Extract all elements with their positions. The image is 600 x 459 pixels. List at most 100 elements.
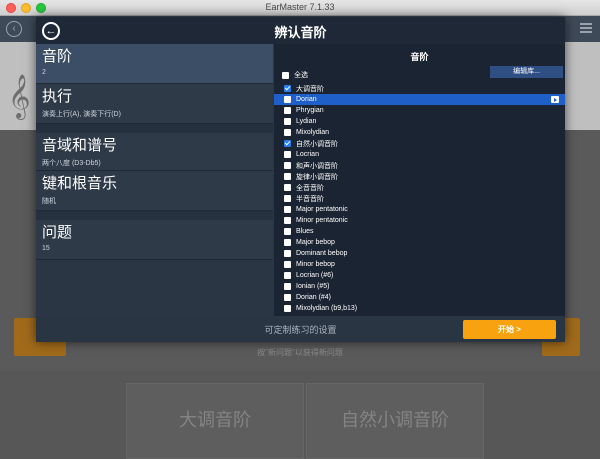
- window-titlebar: EarMaster 7.1.33: [0, 0, 600, 16]
- scale-label: 旋律小调音阶: [296, 173, 338, 181]
- scale-label: Lydian: [296, 118, 317, 125]
- scale-label: 全音音阶: [296, 184, 324, 192]
- scale-label: 自然小调音阶: [296, 140, 338, 148]
- scale-label: Phrygian: [296, 107, 324, 114]
- setting-label: 音域和谱号: [42, 137, 118, 154]
- scale-label: Ionian (#5): [296, 283, 330, 290]
- scale-item[interactable]: 全音音阶: [274, 182, 565, 193]
- scale-item[interactable]: Dorian: [274, 94, 565, 105]
- setting-scales[interactable]: 音阶 2: [36, 44, 273, 84]
- settings-modal: ← 辨认音阶 音阶 2 执行 演奏上行(A), 演奏下行(D) 音域和谱号 两个…: [36, 17, 565, 342]
- modal-header: ← 辨认音阶: [36, 17, 565, 44]
- scale-checkbox[interactable]: [284, 140, 291, 147]
- settings-list: 音阶 2 执行 演奏上行(A), 演奏下行(D) 音域和谱号 两个八度 (D3-…: [36, 44, 273, 316]
- scale-checkbox[interactable]: [284, 195, 291, 202]
- play-icon[interactable]: [551, 96, 559, 103]
- scale-label: 半音音阶: [296, 195, 324, 203]
- scale-item[interactable]: Blues: [274, 226, 565, 237]
- select-all-label: 全选: [294, 72, 308, 79]
- scale-item[interactable]: Mixolydian (b9,b13): [274, 303, 565, 314]
- scale-item[interactable]: Minor bebop: [274, 259, 565, 270]
- setting-value: 15: [42, 245, 50, 252]
- scales-panel: 音阶 全选 编辑库... 大调音阶 Dorian Phrygian Lydian Mix…: [274, 44, 565, 316]
- start-button[interactable]: 开始 >: [463, 320, 556, 339]
- scale-checkbox[interactable]: [284, 85, 291, 92]
- scale-item[interactable]: Major bebop: [274, 237, 565, 248]
- window-title: EarMaster 7.1.33: [265, 2, 335, 12]
- scale-item[interactable]: Major pentatonic: [274, 204, 565, 215]
- scale-checkbox[interactable]: [284, 239, 291, 246]
- select-all-row[interactable]: 全选: [282, 70, 308, 80]
- scale-item[interactable]: Locrian: [274, 149, 565, 160]
- scale-checkbox[interactable]: [284, 173, 291, 180]
- scale-label: 和声小调音阶: [296, 162, 338, 170]
- scale-item[interactable]: 自然小调音阶: [274, 138, 565, 149]
- scale-label: Mixolydian: [296, 129, 330, 136]
- scale-item[interactable]: 和声小调音阶: [274, 160, 565, 171]
- scale-label: Blues: [296, 228, 314, 235]
- modal-title: 辨认音阶: [274, 25, 327, 40]
- scale-item[interactable]: Dorian (#4): [274, 292, 565, 303]
- settings-gap: [36, 211, 273, 220]
- scale-label: Dorian: [296, 96, 317, 103]
- scale-item[interactable]: Locrian (#6): [274, 270, 565, 281]
- scale-checkbox[interactable]: [284, 151, 291, 158]
- scale-checkbox[interactable]: [284, 162, 291, 169]
- scale-checkbox[interactable]: [284, 217, 291, 224]
- scale-item[interactable]: Mixolydian: [274, 127, 565, 138]
- setting-range-clef[interactable]: 音域和谱号 两个八度 (D3-Db5): [36, 133, 273, 171]
- setting-questions[interactable]: 问题 15: [36, 220, 273, 260]
- setting-value: 两个八度 (D3-Db5): [42, 160, 101, 167]
- setting-value: 2: [42, 69, 46, 76]
- scale-item[interactable]: Lydian: [274, 116, 565, 127]
- scale-checkbox[interactable]: [284, 294, 291, 301]
- scale-checkbox[interactable]: [284, 305, 291, 312]
- scale-item[interactable]: 旋律小调音阶: [274, 171, 565, 182]
- scale-label: Locrian: [296, 151, 319, 158]
- scale-label: 大调音阶: [296, 85, 324, 93]
- scale-item[interactable]: Ionian (#5): [274, 281, 565, 292]
- scales-panel-title: 音阶: [410, 52, 429, 62]
- scale-label: Dominant bebop: [296, 250, 348, 257]
- select-all-checkbox[interactable]: [282, 71, 289, 79]
- scale-checkbox[interactable]: [284, 107, 291, 114]
- scale-checkbox[interactable]: [284, 283, 291, 290]
- treble-clef-icon: 𝄞: [8, 74, 31, 118]
- scale-checkbox[interactable]: [284, 184, 291, 191]
- setting-label: 音阶: [42, 48, 73, 65]
- scale-checkbox[interactable]: [284, 228, 291, 235]
- settings-gap: [36, 124, 273, 133]
- scale-label: Mixolydian (b9,b13): [296, 305, 358, 312]
- scale-item[interactable]: Phrygian: [274, 105, 565, 116]
- edit-library-button[interactable]: 编辑库...: [490, 66, 563, 78]
- background-answer-card: 自然小调音阶: [306, 383, 484, 459]
- scale-checkbox[interactable]: [284, 250, 291, 257]
- setting-value: 演奏上行(A), 演奏下行(D): [42, 111, 121, 118]
- scale-item[interactable]: Dominant bebop: [274, 248, 565, 259]
- setting-label: 执行: [42, 88, 73, 105]
- modal-footer: 可定制练习的设置 开始 >: [36, 316, 565, 342]
- scale-label: Minor bebop: [296, 261, 335, 268]
- scale-label: Minor pentatonic: [296, 217, 348, 224]
- background-hint: 按"新问题"以获得新问题: [257, 348, 343, 357]
- background-back-icon: ‹: [6, 21, 22, 37]
- scale-checkbox[interactable]: [284, 129, 291, 136]
- background-menu-icon: [580, 23, 592, 33]
- scale-item[interactable]: Minor pentatonic: [274, 215, 565, 226]
- scale-checkbox[interactable]: [284, 118, 291, 125]
- setting-label: 问题: [42, 224, 73, 241]
- scale-checkbox[interactable]: [284, 206, 291, 213]
- setting-playback[interactable]: 执行 演奏上行(A), 演奏下行(D): [36, 84, 273, 124]
- scale-label: Major bebop: [296, 239, 335, 246]
- background-answer-card: 大调音阶: [126, 383, 304, 459]
- scale-label: Dorian (#4): [296, 294, 332, 301]
- scale-checkbox[interactable]: [284, 96, 291, 103]
- scale-checkbox[interactable]: [284, 261, 291, 268]
- setting-key-root[interactable]: 键和根音乐 随机: [36, 171, 273, 211]
- scale-item[interactable]: 大调音阶: [274, 83, 565, 94]
- scale-list: 大调音阶 Dorian Phrygian Lydian Mixolydian 自然小调音阶…: [274, 83, 565, 314]
- scale-label: Major pentatonic: [296, 206, 348, 213]
- scale-checkbox[interactable]: [284, 272, 291, 279]
- scale-item[interactable]: 半音音阶: [274, 193, 565, 204]
- setting-label: 键和根音乐: [42, 175, 118, 192]
